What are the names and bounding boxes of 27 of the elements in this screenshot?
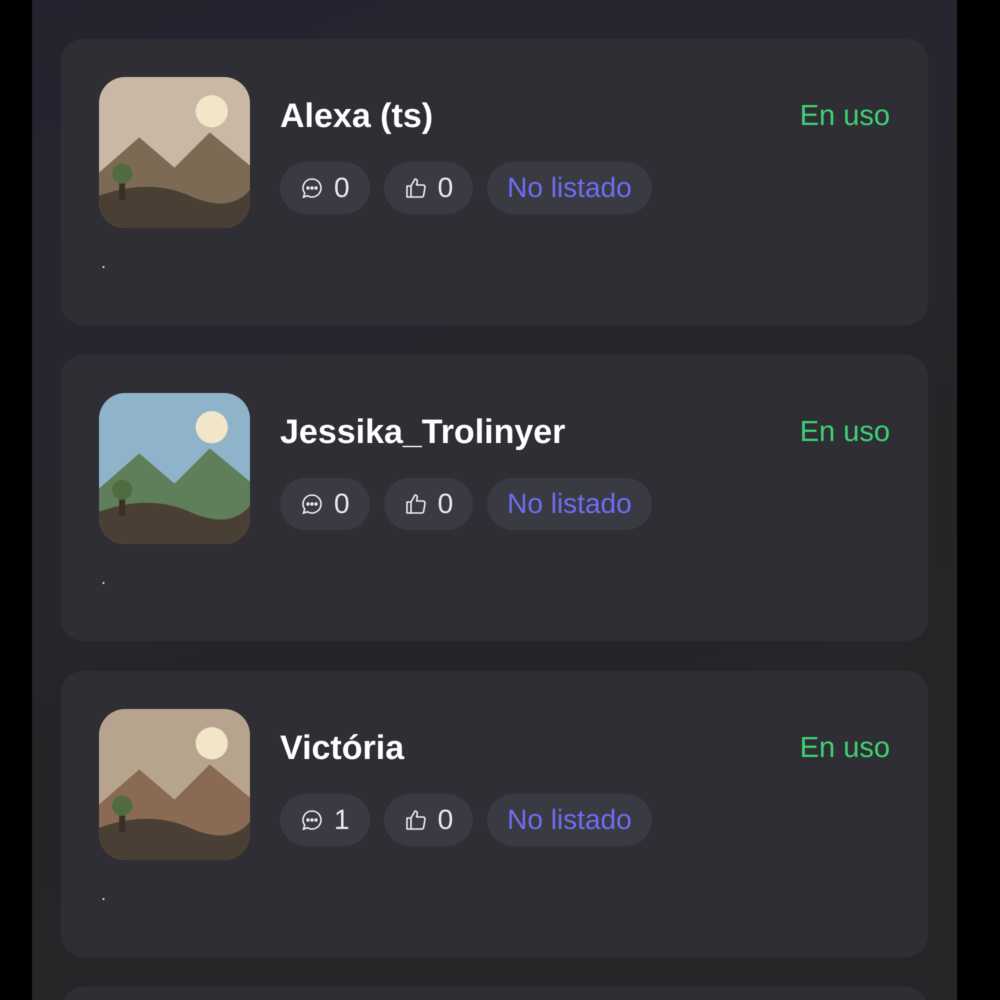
comment-count: 0: [280, 478, 370, 530]
character-card[interactable]: Victória En uso 1 0 No listado .: [61, 671, 928, 957]
character-name: Jessika_Trolinyer: [280, 413, 566, 452]
chat-bubble-icon: [300, 176, 324, 200]
character-card[interactable]: Alexa (ts) En uso 0 0 No listado .: [61, 39, 928, 325]
visibility-tag: No listado: [487, 794, 652, 846]
comment-count: 1: [280, 794, 370, 846]
character-card[interactable]: Jessika_Trolinyer En uso 0 0 No listado .: [61, 355, 928, 641]
like-count[interactable]: 0: [384, 162, 474, 214]
visibility-tag: No listado: [487, 478, 652, 530]
thumbs-up-icon: [404, 808, 428, 832]
character-description: .: [100, 252, 106, 273]
like-count[interactable]: 0: [384, 794, 474, 846]
character-name: Victória: [280, 729, 404, 768]
status-label: En uso: [800, 732, 890, 765]
character-name: Alexa (ts): [280, 97, 434, 136]
comment-count: 0: [280, 162, 370, 214]
status-label: En uso: [800, 100, 890, 133]
character-description: .: [100, 884, 106, 905]
status-label: En uso: [800, 416, 890, 449]
thumbs-up-icon: [404, 492, 428, 516]
chat-bubble-icon: [300, 492, 324, 516]
like-count[interactable]: 0: [384, 478, 474, 530]
thumbs-up-icon: [404, 176, 428, 200]
chat-bubble-icon: [300, 808, 324, 832]
character-description: .: [100, 568, 106, 589]
visibility-tag: No listado: [487, 162, 652, 214]
